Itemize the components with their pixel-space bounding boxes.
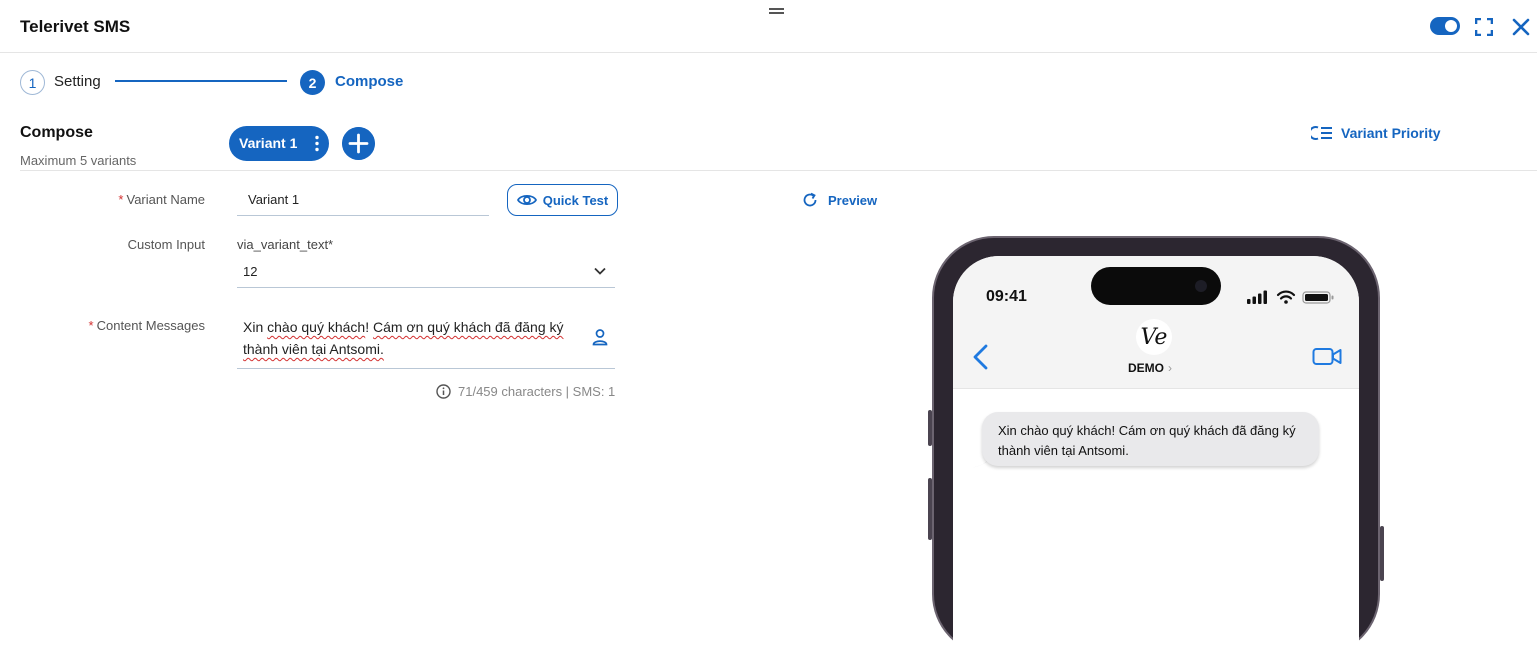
character-count: 71/459 characters | SMS: 1 — [436, 384, 615, 399]
message-line-2: thành viên tại Antsomi. — [998, 443, 1129, 458]
step-connector — [115, 80, 287, 82]
variant-tab-label: Variant 1 — [239, 135, 298, 151]
quick-test-button[interactable]: Quick Test — [507, 184, 618, 216]
toggle-knob — [1445, 20, 1457, 32]
back-chevron-icon[interactable] — [970, 344, 992, 370]
priority-list-icon — [1311, 126, 1332, 140]
app-title: Telerivet SMS — [20, 17, 131, 36]
video-call-icon[interactable] — [1312, 346, 1342, 366]
toggle-switch[interactable] — [1430, 17, 1460, 35]
custom-input-label: Custom Input — [127, 237, 205, 252]
custom-input-key: via_variant_text* — [237, 237, 334, 252]
contact-avatar: Ve — [1136, 319, 1172, 355]
dynamic-island — [1091, 267, 1221, 305]
phone-volume-button — [928, 478, 932, 540]
info-icon — [436, 384, 451, 399]
add-variant-button[interactable] — [342, 127, 375, 160]
content-messages-label: * Content Messages — [88, 318, 205, 333]
variant-name-label: * Variant Name — [118, 192, 205, 207]
preview-refresh-button[interactable]: Preview — [802, 192, 877, 208]
contact-chevron-icon: › — [1168, 361, 1172, 375]
step-1-label[interactable]: Setting — [54, 73, 101, 90]
compose-subtitle: Maximum 5 variants — [20, 153, 137, 168]
message-bubble: Xin chào quý khách! Cám ơn quý khách đã … — [982, 412, 1319, 466]
fullscreen-icon[interactable] — [1475, 18, 1493, 36]
more-vert-icon[interactable] — [315, 135, 319, 152]
custom-input-select[interactable]: 12 — [237, 256, 615, 288]
phone-side-button — [928, 410, 932, 446]
close-icon[interactable] — [1511, 17, 1531, 37]
camera-icon — [1195, 280, 1207, 292]
drag-handle-icon[interactable] — [769, 8, 784, 14]
quick-test-label: Quick Test — [542, 192, 609, 208]
compose-title: Compose — [20, 124, 93, 141]
variant-name-input[interactable]: Variant 1 — [237, 184, 489, 216]
eye-icon — [516, 194, 537, 206]
person-icon[interactable] — [591, 328, 609, 346]
content-messages-textarea[interactable]: Xin chào quý khách! Cám ơn quý khách đã … — [237, 312, 615, 369]
custom-input-value: 12 — [243, 264, 258, 279]
section-divider — [20, 170, 1537, 171]
character-count-text: 71/459 characters | SMS: 1 — [458, 384, 616, 399]
preview-label: Preview — [828, 192, 878, 208]
step-1-number[interactable]: 1 — [20, 70, 45, 95]
message-line-1: Xin chào quý khách! Cám ơn quý khách đã … — [998, 423, 1296, 438]
step-2-number[interactable]: 2 — [300, 70, 325, 95]
contact-name[interactable]: DEMO — [1128, 361, 1164, 375]
variant-tab[interactable]: Variant 1 — [229, 126, 329, 161]
status-bar-icons — [1247, 290, 1334, 304]
variant-priority-label: Variant Priority — [1341, 125, 1441, 141]
refresh-icon — [803, 192, 817, 207]
phone-time: 09:41 — [986, 288, 1027, 305]
chevron-down-icon — [594, 267, 606, 275]
variant-priority-button[interactable]: Variant Priority — [1311, 124, 1441, 142]
step-2-label[interactable]: Compose — [335, 73, 403, 90]
phone-power-button — [1380, 526, 1384, 581]
